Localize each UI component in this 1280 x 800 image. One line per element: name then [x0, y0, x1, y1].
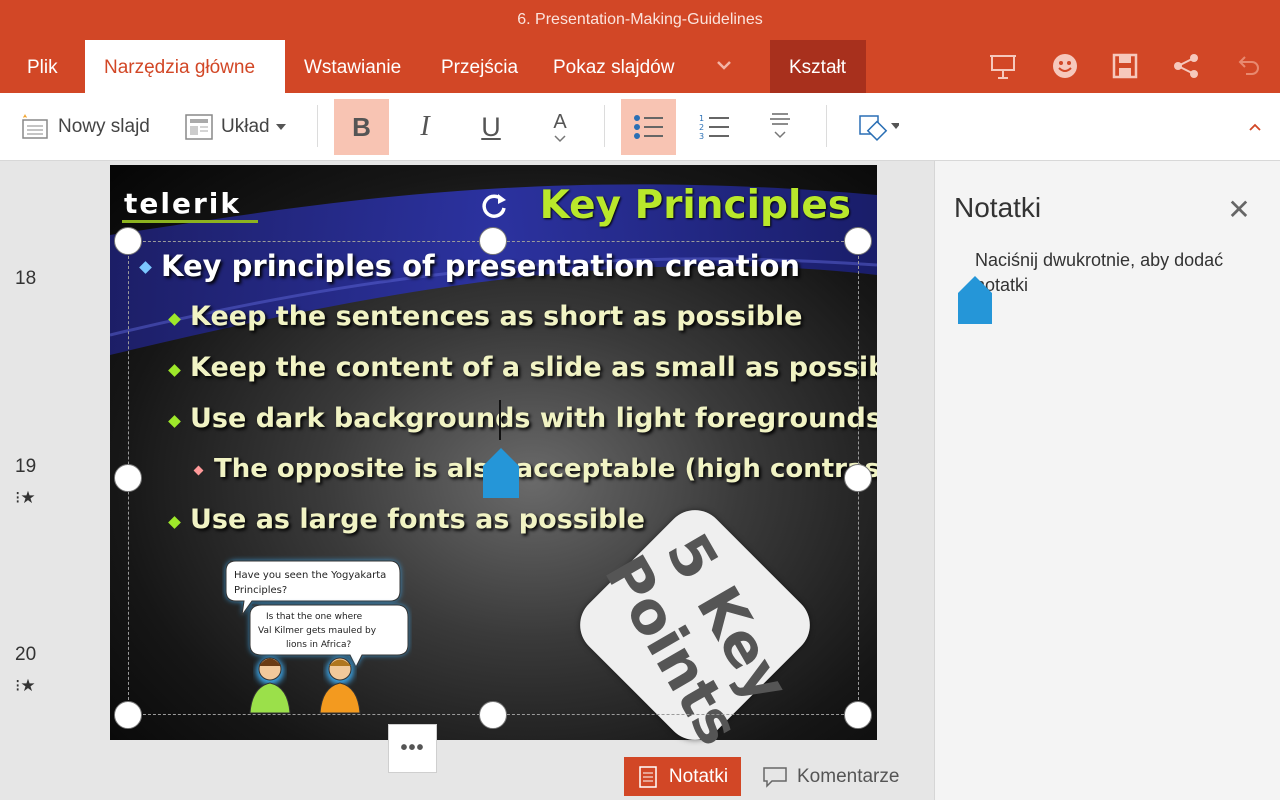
divider: [317, 105, 318, 147]
numbering-button[interactable]: 123: [690, 99, 740, 155]
divider: [826, 105, 827, 147]
resize-handle[interactable]: [479, 227, 507, 255]
svg-text:1: 1: [699, 114, 704, 123]
caret-down-icon: [275, 124, 286, 130]
close-icon[interactable]: ✕: [1225, 196, 1253, 224]
align-button[interactable]: [760, 99, 800, 155]
comments-toggle-label: Komentarze: [797, 765, 900, 787]
italic-button[interactable]: I: [400, 99, 450, 155]
resize-handle[interactable]: [844, 464, 872, 492]
rotate-handle[interactable]: [476, 188, 512, 224]
chevron-down-icon[interactable]: [706, 52, 742, 80]
more-options-button[interactable]: •••: [388, 724, 437, 773]
underline-button[interactable]: U: [466, 99, 516, 155]
bullet-list-icon: [633, 115, 663, 139]
resize-handle[interactable]: [114, 464, 142, 492]
font-color-button[interactable]: A: [538, 99, 582, 155]
rotate-icon: [482, 194, 506, 218]
telerik-logo: telerik: [124, 187, 241, 220]
app-bar: 6. Presentation-Making-Guidelines Plik N…: [0, 0, 1280, 93]
tab-insert[interactable]: Wstawianie: [285, 40, 420, 93]
save-icon[interactable]: [1105, 48, 1145, 84]
numbered-list-icon: 123: [699, 114, 729, 141]
font-color-label: A: [553, 110, 567, 133]
svg-text:2: 2: [699, 123, 704, 132]
logo-underline: [122, 220, 258, 223]
new-slide-button[interactable]: Nowy slajd: [20, 99, 150, 155]
resize-handle[interactable]: [844, 701, 872, 729]
collapse-ribbon-button[interactable]: [1240, 99, 1270, 155]
resize-handle[interactable]: [844, 227, 872, 255]
chevron-up-icon: [1249, 123, 1261, 131]
resize-handle[interactable]: [479, 701, 507, 729]
comments-toggle-button[interactable]: Komentarze: [762, 757, 899, 796]
animation-star-icon: ⁝★: [15, 676, 36, 695]
chevron-down-icon: [554, 134, 566, 142]
text-cursor: [499, 400, 501, 440]
new-slide-icon: [22, 114, 48, 139]
text-cursor-pin-icon[interactable]: [481, 446, 521, 500]
slide-thumbnail-number[interactable]: 19: [15, 456, 36, 478]
notes-icon: [639, 765, 657, 788]
shapes-icon: [859, 115, 899, 141]
bold-button[interactable]: B: [334, 99, 389, 155]
align-center-icon: [770, 113, 790, 139]
text-cursor-pin-icon[interactable]: [956, 274, 994, 326]
svg-text:3: 3: [699, 132, 704, 141]
undo-icon[interactable]: [1227, 48, 1267, 84]
notes-toggle-label: Notatki: [668, 765, 729, 787]
notes-toggle-button[interactable]: Notatki: [624, 757, 741, 796]
notes-panel: Notatki ✕ Naciśnij dwukrotnie, aby dodać…: [934, 161, 1280, 800]
layout-icon: [185, 114, 213, 140]
shapes-button[interactable]: [848, 99, 908, 155]
layout-label: Układ: [221, 116, 270, 137]
bullets-button[interactable]: [621, 99, 676, 155]
resize-handle[interactable]: [114, 227, 142, 255]
ribbon: Nowy slajd Układ B I U A 123: [0, 93, 1280, 161]
notes-title: Notatki: [954, 192, 1042, 223]
tab-transitions[interactable]: Przejścia: [422, 40, 537, 93]
slide-thumbnail-number[interactable]: 18: [15, 268, 36, 290]
comment-icon: [763, 766, 787, 788]
notes-placeholder[interactable]: Naciśnij dwukrotnie, aby dodać notatki: [975, 248, 1265, 298]
tab-file[interactable]: Plik: [8, 40, 77, 93]
share-icon[interactable]: [1166, 48, 1206, 84]
divider: [604, 105, 605, 147]
document-title: 6. Presentation-Making-Guidelines: [517, 11, 763, 28]
new-slide-label: Nowy slajd: [58, 116, 150, 137]
present-icon[interactable]: [983, 48, 1023, 84]
tab-home[interactable]: Narzędzia główne: [85, 40, 285, 93]
smiley-feedback-icon[interactable]: [1045, 48, 1085, 84]
slide-thumbnail-number[interactable]: 20: [15, 644, 36, 666]
tab-shape[interactable]: Kształt: [770, 40, 866, 93]
tab-slideshow[interactable]: Pokaz slajdów: [534, 40, 693, 93]
slide-title[interactable]: Key Principles: [540, 183, 851, 228]
resize-handle[interactable]: [114, 701, 142, 729]
layout-dropdown[interactable]: Układ: [185, 99, 292, 155]
animation-star-icon: ⁝★: [15, 488, 36, 507]
